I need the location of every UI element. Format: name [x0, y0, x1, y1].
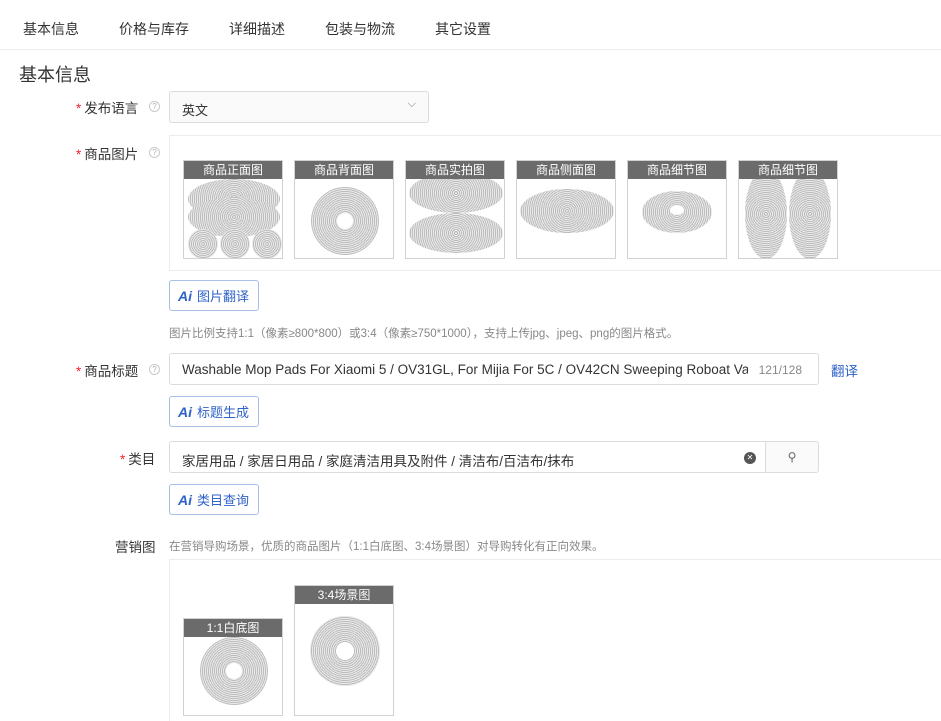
language-label: * 发布语言 [76, 101, 139, 116]
marketing-thumb-white[interactable]: 1:1白底图 [183, 618, 283, 716]
image-caption: 商品细节图 [628, 161, 726, 179]
product-title-label: * 商品标题 [76, 364, 139, 379]
image-caption: 1:1白底图 [184, 619, 282, 637]
tab-packaging[interactable]: 包装与物流 [325, 19, 395, 39]
question-circle-icon[interactable]: ? [149, 147, 160, 158]
product-title-value: Washable Mop Pads For Xiaomi 5 / OV31GL,… [182, 362, 748, 377]
category-input[interactable]: 家居用品 / 家居日用品 / 家庭清洁用具及附件 / 清洁布/百洁布/抹布 ✕ [169, 441, 766, 473]
ai-icon: Ai [178, 491, 192, 508]
tab-price-stock[interactable]: 价格与库存 [119, 19, 189, 39]
image-thumb-detail-1[interactable]: 商品细节图 [627, 160, 727, 259]
image-caption: 商品正面图 [184, 161, 282, 179]
search-icon: ⚲ [787, 450, 797, 464]
image-thumb-real[interactable]: 商品实拍图 [405, 160, 505, 259]
image-thumb-back[interactable]: 商品背面图 [294, 160, 394, 259]
section-title: 基本信息 [19, 65, 91, 85]
image-thumb-side[interactable]: 商品侧面图 [516, 160, 616, 259]
image-caption: 商品背面图 [295, 161, 393, 179]
title-generate-button[interactable]: Ai 标题生成 [169, 396, 260, 427]
title-translate-link[interactable]: 翻译 [831, 360, 858, 380]
chevron-down-icon: ⌵ [407, 98, 416, 110]
language-value: 英文 [182, 103, 209, 118]
product-images-label: * 商品图片 [76, 147, 139, 162]
marketing-label: 营销图 [115, 540, 156, 555]
image-thumb-front[interactable]: 商品正面图 [183, 160, 283, 259]
question-circle-icon[interactable]: ? [149, 101, 160, 112]
image-thumb-detail-2[interactable]: 商品细节图 [738, 160, 838, 259]
language-select[interactable]: 英文 ⌵ [169, 91, 429, 123]
category-search-button[interactable]: ⚲ [765, 441, 819, 473]
tab-bar: 基本信息 价格与库存 详细描述 包装与物流 其它设置 [0, 0, 941, 50]
image-format-hint: 图片比例支持1:1（像素≥800*800）或3:4（像素≥750*1000），支… [169, 328, 679, 340]
image-caption: 3:4场景图 [295, 586, 393, 604]
category-query-button[interactable]: Ai 类目查询 [169, 484, 260, 515]
ai-icon: Ai [178, 287, 192, 304]
marketing-hint: 在营销导购场景，优质的商品图片（1:1白底图、3:4场景图）对导购转化有正向效果… [169, 541, 604, 553]
category-label: * 类目 [120, 452, 156, 467]
image-caption: 商品细节图 [739, 161, 837, 179]
product-title-input[interactable]: Washable Mop Pads For Xiaomi 5 / OV31GL,… [169, 353, 819, 385]
question-circle-icon[interactable]: ? [149, 364, 160, 375]
category-value: 家居用品 / 家居日用品 / 家庭清洁用具及附件 / 清洁布/百洁布/抹布 [182, 454, 575, 469]
product-images-panel: 商品正面图 商品背面图 商品实拍图 商品侧面图 商品细节图 商品细节图 [169, 135, 941, 271]
image-translate-button[interactable]: Ai 图片翻译 [169, 280, 260, 311]
image-caption: 商品侧面图 [517, 161, 615, 179]
tab-basic-info[interactable]: 基本信息 [23, 19, 79, 39]
tab-other-settings[interactable]: 其它设置 [435, 19, 491, 39]
title-char-count: 121/128 [758, 363, 802, 377]
tab-description[interactable]: 详细描述 [229, 19, 285, 39]
marketing-thumb-scene[interactable]: 3:4场景图 [294, 585, 394, 716]
clear-icon[interactable]: ✕ [744, 452, 756, 464]
image-caption: 商品实拍图 [406, 161, 504, 179]
ai-icon: Ai [178, 403, 192, 420]
marketing-images-panel: 1:1白底图 3:4场景图 [169, 559, 941, 721]
